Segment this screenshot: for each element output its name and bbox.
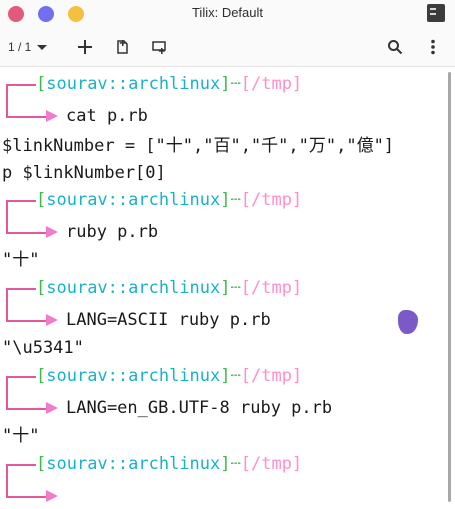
prompt-bracket-open: [: [36, 454, 47, 474]
prompt-line: [sourav::archlinux]┄[/tmp]: [36, 362, 302, 390]
add-terminal-down-button[interactable]: [148, 28, 170, 66]
prompt-separator: ┄: [230, 190, 241, 210]
command-line: ruby p.rb: [66, 222, 159, 242]
prompt-arrow-icon: [46, 490, 58, 502]
prompt-line: [sourav::archlinux]┄[/tmp]: [36, 186, 302, 214]
prompt-separator: ┄: [230, 454, 241, 474]
prompt-corner-bottom: [6, 476, 46, 498]
prompt-corner-bottom: [6, 300, 46, 322]
add-terminal-down-icon: [152, 41, 166, 54]
prompt-user-host: sourav::archlinux: [46, 366, 221, 386]
session-label: 1 / 1: [8, 40, 32, 54]
prompt-arrow-icon: [46, 402, 58, 414]
prompt-separator: ┄: [230, 366, 241, 386]
search-button[interactable]: [384, 28, 406, 66]
prompt-separator: ┄: [230, 74, 241, 94]
prompt-separator: ┄: [230, 278, 241, 298]
prompt-arrow-icon: [46, 110, 58, 122]
command-line: LANG=en_GB.UTF-8 ruby p.rb: [66, 398, 333, 418]
prompt-arrow-icon: [46, 314, 58, 326]
prompt-path: [/tmp]: [240, 190, 303, 210]
menu-button[interactable]: [422, 28, 444, 66]
prompt-user-host: sourav::archlinux: [46, 190, 221, 210]
prompt-user-host: sourav::archlinux: [46, 74, 221, 94]
command-line: LANG=ASCII ruby p.rb: [66, 310, 271, 330]
session-switcher[interactable]: 1 / 1: [8, 28, 48, 66]
output-line: "十": [2, 250, 40, 270]
command-line: cat p.rb: [66, 106, 148, 126]
scrollbar[interactable]: [448, 72, 451, 502]
sidebar-toggle-icon[interactable]: [427, 4, 445, 22]
title-bar[interactable]: Tilix: Default: [0, 0, 455, 28]
prompt-bracket-close: ]: [220, 454, 231, 474]
prompt-user-host: sourav::archlinux: [46, 278, 221, 298]
prompt-bracket-close: ]: [220, 74, 231, 94]
chevron-down-icon: [37, 44, 48, 50]
output-line: "\u5341": [2, 338, 84, 358]
prompt-bracket-close: ]: [220, 190, 231, 210]
prompt-line: [sourav::archlinux]┄[/tmp]: [36, 274, 302, 302]
prompt-path: [/tmp]: [240, 278, 303, 298]
kebab-menu-icon: [431, 39, 435, 55]
prompt-bracket-open: [: [36, 74, 47, 94]
prompt-user-host: sourav::archlinux: [46, 454, 221, 474]
plus-icon: [78, 40, 92, 54]
add-session-button[interactable]: [74, 28, 96, 66]
prompt-bracket-close: ]: [220, 366, 231, 386]
search-icon: [388, 40, 403, 55]
prompt-path: [/tmp]: [240, 454, 303, 474]
tilix-window: Tilix: Default 1 / 1 [sourav::archlinux]…: [0, 0, 455, 509]
add-terminal-right-button[interactable]: [112, 28, 134, 66]
prompt-path: [/tmp]: [240, 74, 303, 94]
prompt-corner-bottom: [6, 96, 46, 118]
prompt-bracket-open: [: [36, 278, 47, 298]
prompt-arrow-icon: [46, 226, 58, 238]
prompt-line: [sourav::archlinux]┄[/tmp]: [36, 450, 302, 478]
output-line: "十": [2, 426, 40, 446]
prompt-line: [sourav::archlinux]┄[/tmp]: [36, 70, 302, 98]
prompt-bracket-open: [: [36, 190, 47, 210]
output-line: $linkNumber = ["十","百","千","万","億"]: [2, 136, 395, 156]
prompt-bracket-close: ]: [220, 278, 231, 298]
prompt-corner-bottom: [6, 388, 46, 410]
add-terminal-right-icon: [117, 40, 128, 54]
prompt-corner-bottom: [6, 212, 46, 234]
toolbar: 1 / 1: [0, 28, 455, 67]
prompt-path: [/tmp]: [240, 366, 303, 386]
window-title: Tilix: Default: [191, 5, 264, 20]
prompt-bracket-open: [: [36, 366, 47, 386]
output-line: p $linkNumber[0]: [2, 163, 166, 183]
